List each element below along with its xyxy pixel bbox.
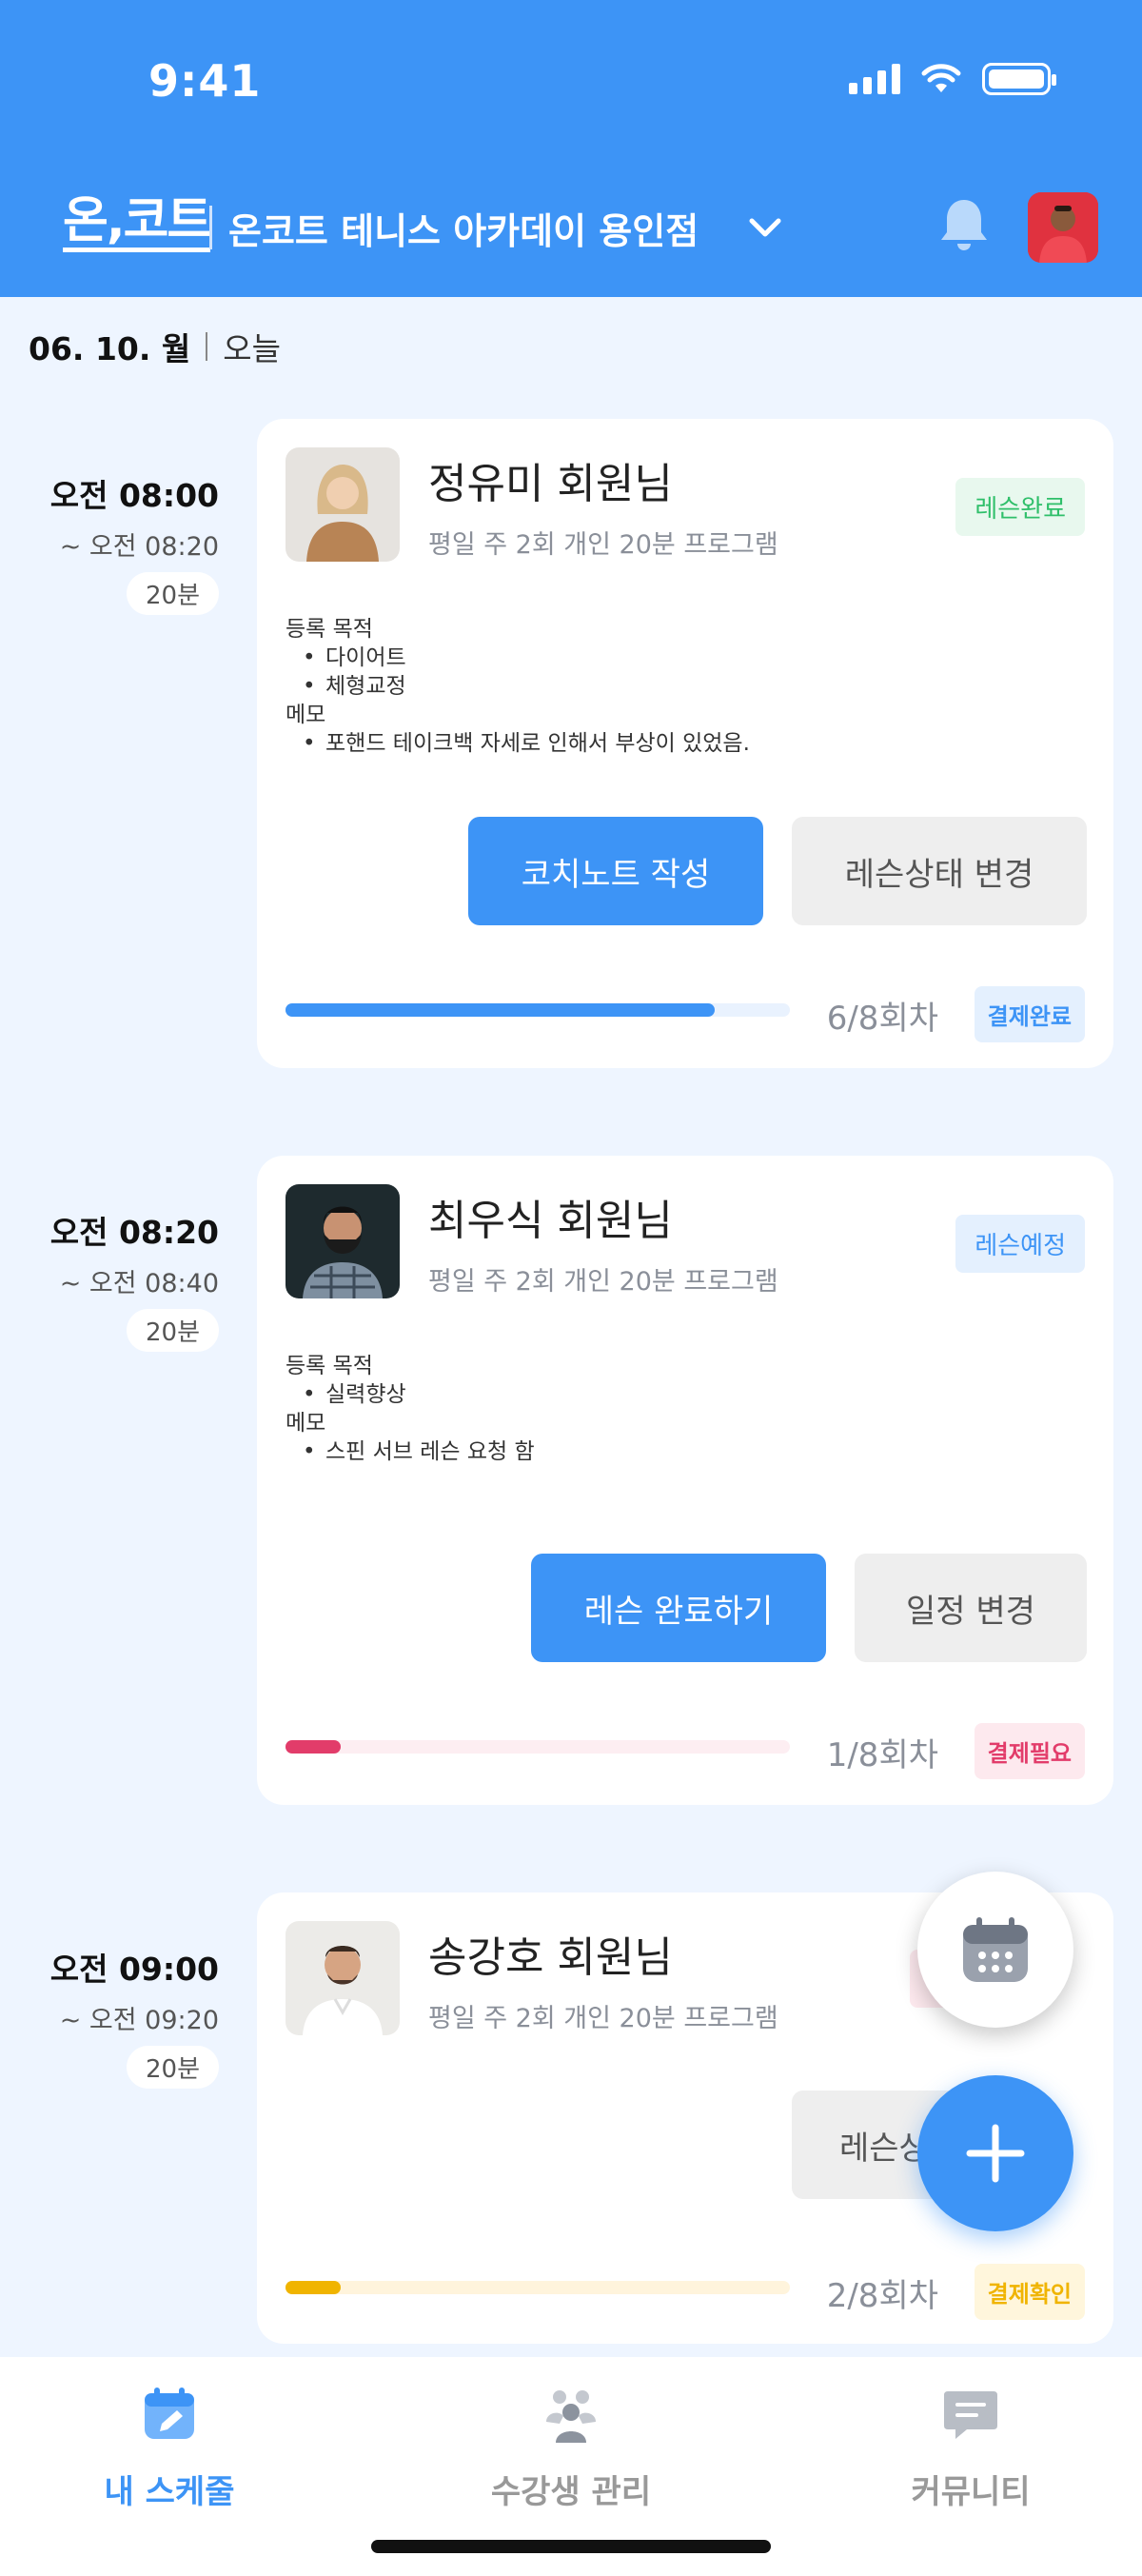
nav-my-schedule[interactable]: 내 스케줄 [27,2384,312,2512]
lesson-time: 오전 08:00 ~ 오전 08:20 20분 [29,470,219,615]
app-header: 9:41 온,코트 온코트 테니스 아카데이 용인점 [0,0,1142,297]
program-name: 평일 주 2회 개인 20분 프로그램 [428,530,778,560]
nav-label: 수강생 관리 [490,2473,652,2511]
lesson-duration: 20분 [126,1309,219,1352]
lesson-status-badge: 레슨예정 [955,1215,1085,1273]
progress-fill [286,1740,342,1754]
lesson-progress-bar [286,2281,790,2294]
lesson-progress-bar [286,1003,790,1017]
session-count: 6/8회차 [826,1000,938,1038]
bell-icon[interactable] [933,194,995,257]
lesson-end-time: ~ 오전 08:40 [59,1269,219,1298]
member-photo [286,1921,400,2035]
goal-item: 다이어트 [286,644,750,672]
member-photo [286,447,400,562]
battery-icon [982,63,1056,95]
payment-badge: 결제확인 [974,2264,1085,2320]
payment-badge: 결제필요 [974,1723,1085,1779]
change-lesson-status-button[interactable]: 레슨상태 변경 [792,817,1087,925]
lesson-duration: 20분 [126,572,219,615]
app-logo[interactable]: 온,코트 [63,196,212,252]
progress-fill [286,1003,715,1017]
payment-badge: 결제완료 [974,986,1085,1042]
current-date: 06. 10. 월 [29,330,191,367]
chat-icon [944,2391,997,2439]
date-row: 06. 10. 월 오늘 [29,324,281,369]
memo-item: 포핸드 테이크백 자세로 인해서 부상이 있었음. [286,729,750,758]
today-label[interactable]: 오늘 [223,324,281,369]
home-indicator [371,2540,771,2553]
write-coach-note-button[interactable]: 코치노트 작성 [468,817,763,925]
calendar-icon [963,1917,1028,1982]
lesson-start-time: 오전 09:00 [49,1951,219,1988]
change-schedule-button[interactable]: 일정 변경 [855,1554,1087,1662]
calendar-edit-icon [145,2388,194,2439]
goal-title: 등록 목적 [286,617,373,642]
session-count: 1/8회차 [826,1736,938,1774]
nav-community[interactable]: 커뮤니티 [828,2384,1113,2512]
wifi-icon [921,64,961,92]
add-lesson-fab-button[interactable] [917,2075,1073,2231]
memo-title: 메모 [286,1411,326,1436]
member-name: 송강호 회원님 [428,1933,673,1982]
goal-item: 실력향상 [286,1380,535,1409]
nav-student-management[interactable]: 수강생 관리 [428,2384,714,2512]
chevron-down-icon[interactable] [744,208,786,249]
academy-name[interactable]: 온코트 테니스 아카데이 용인점 [228,202,699,254]
lesson-card[interactable]: 최우식 회원님 평일 주 2회 개인 20분 프로그램 레슨예정 등록 목적 실… [257,1156,1113,1805]
member-photo [286,1184,400,1298]
header-divider [209,206,212,249]
memo-item: 스핀 서브 레슨 요청 함 [286,1437,535,1466]
plus-icon [966,2124,1025,2183]
status-time: 9:41 [148,55,262,107]
date-divider [206,332,208,361]
lesson-time: 오전 08:20 ~ 오전 08:40 20분 [29,1207,219,1352]
profile-avatar[interactable] [1028,192,1098,263]
progress-fill [286,2281,342,2294]
lesson-notes: 등록 목적 실력향상 메모 스핀 서브 레슨 요청 함 [286,1352,535,1466]
nav-label: 커뮤니티 [911,2473,1031,2511]
calendar-fab-button[interactable] [917,1872,1073,2028]
memo-title: 메모 [286,703,326,727]
member-name: 최우식 회원님 [428,1197,673,1245]
program-name: 평일 주 2회 개인 20분 프로그램 [428,1267,778,1297]
goal-title: 등록 목적 [286,1354,373,1378]
lesson-status-badge: 레슨완료 [955,478,1085,536]
member-name: 정유미 회원님 [428,460,673,508]
lesson-time: 오전 09:00 ~ 오전 09:20 20분 [29,1944,219,2089]
nav-label: 내 스케줄 [104,2473,235,2511]
lesson-end-time: ~ 오전 09:20 [59,2006,219,2035]
lesson-duration: 20분 [126,2046,219,2089]
lesson-end-time: ~ 오전 08:20 [59,532,219,562]
program-name: 평일 주 2회 개인 20분 프로그램 [428,2004,778,2033]
signal-icon [849,64,900,94]
session-count: 2/8회차 [826,2277,938,2315]
lesson-progress-bar [286,1740,790,1754]
status-icons [849,63,1056,95]
students-icon [546,2390,596,2443]
complete-lesson-button[interactable]: 레슨 완료하기 [531,1554,826,1662]
lesson-notes: 등록 목적 다이어트 체형교정 메모 포핸드 테이크백 자세로 인해서 부상이 … [286,615,750,758]
lesson-card[interactable]: 정유미 회원님 평일 주 2회 개인 20분 프로그램 레슨완료 등록 목적 다… [257,419,1113,1068]
lesson-start-time: 오전 08:20 [49,1214,219,1251]
lesson-start-time: 오전 08:00 [49,477,219,514]
goal-item: 체형교정 [286,672,750,701]
